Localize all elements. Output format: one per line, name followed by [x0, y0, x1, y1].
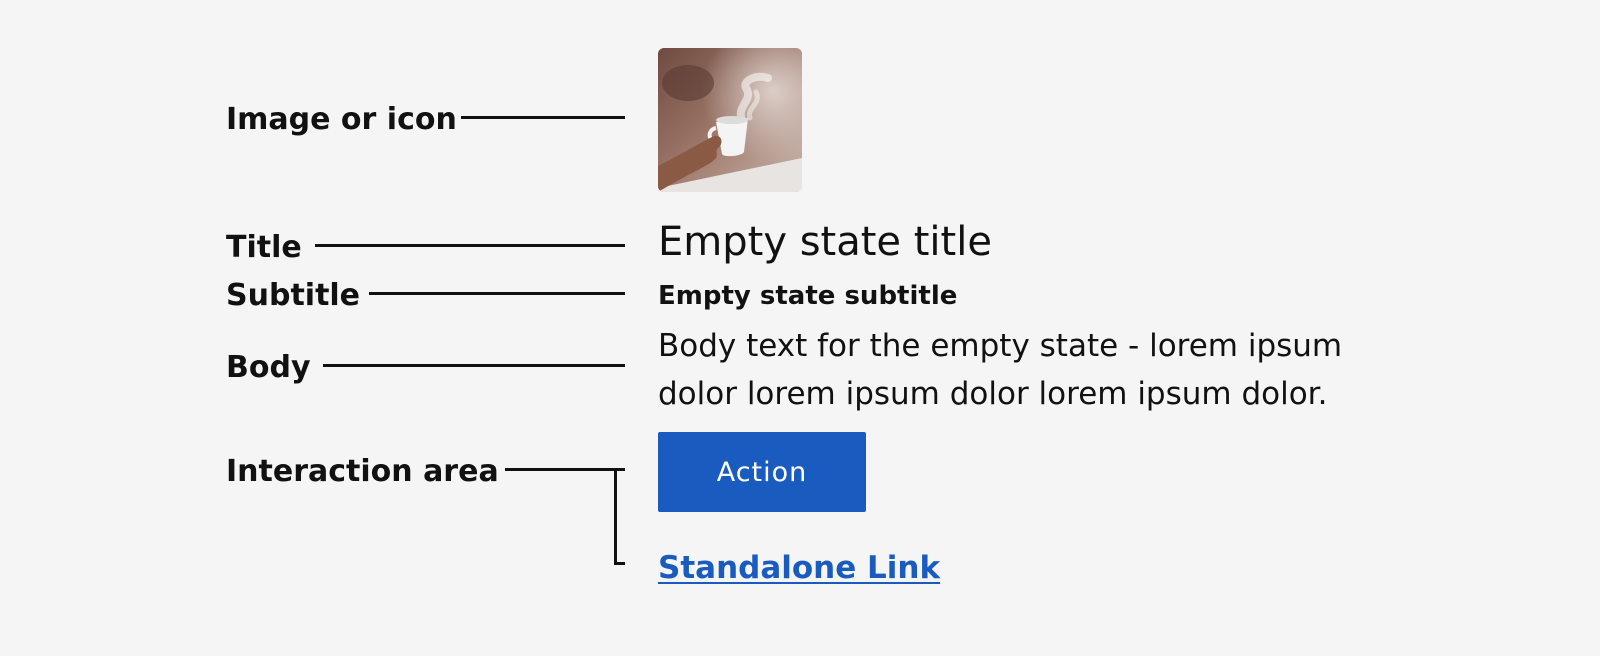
connector-title-line [315, 244, 625, 247]
connector-body-line [323, 364, 625, 367]
coffee-cup-photo-icon [658, 48, 802, 192]
connector-subtitle-line [369, 292, 625, 295]
empty-state-subtitle: Empty state subtitle [658, 281, 958, 311]
empty-state-body: Body text for the empty state - lorem ip… [658, 328, 1343, 412]
connector-image-line [461, 116, 625, 119]
empty-state-title: Empty state title [658, 219, 992, 265]
label-image-or-icon: Image or icon [226, 102, 457, 137]
action-button[interactable]: Action [658, 432, 866, 512]
label-interaction-area: Interaction area [226, 454, 499, 489]
connector-interaction-bracket [614, 468, 617, 565]
label-title: Title [226, 230, 302, 265]
connector-interaction-bracket-bottom [614, 562, 625, 565]
label-subtitle: Subtitle [226, 278, 361, 313]
standalone-link[interactable]: Standalone Link [658, 548, 940, 588]
label-body: Body [226, 350, 311, 385]
connector-interaction-line [505, 468, 625, 471]
